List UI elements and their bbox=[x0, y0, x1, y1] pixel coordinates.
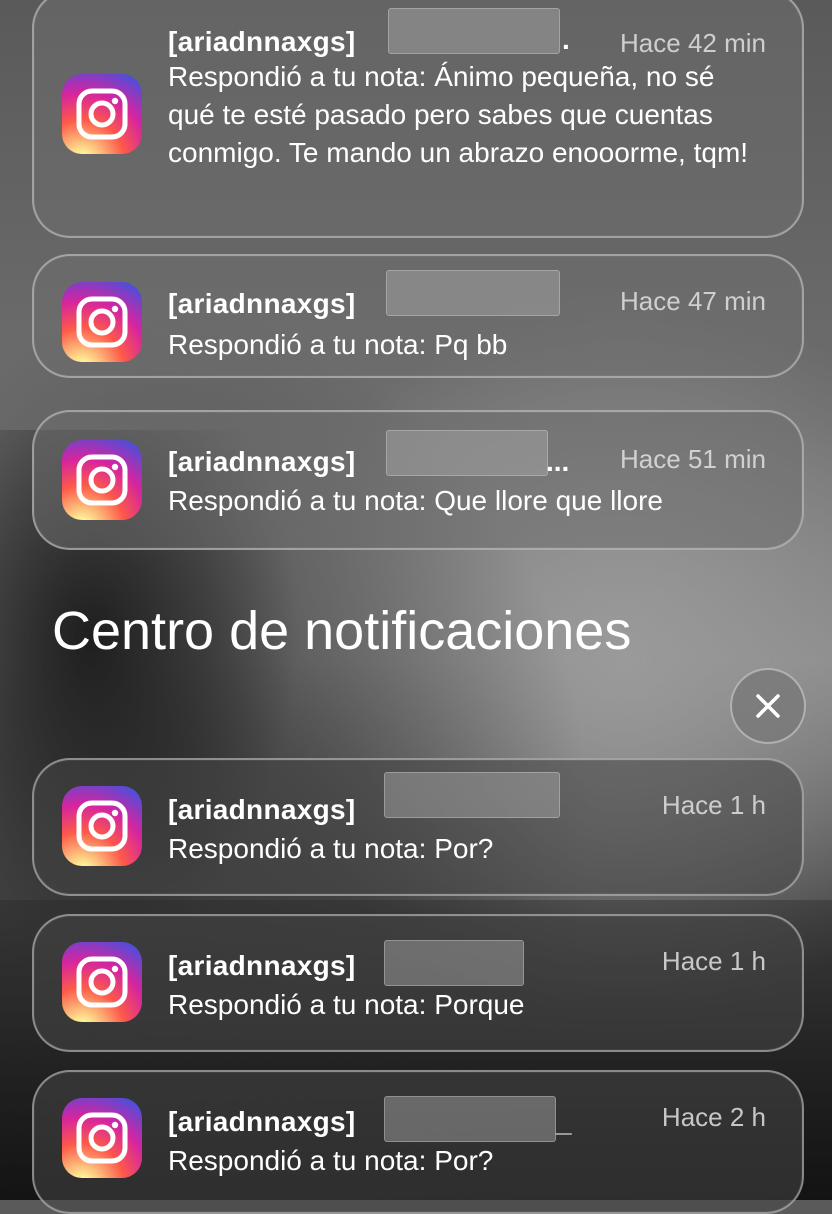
notification-body: Respondió a tu nota: Ánimo pequeña, no s… bbox=[168, 61, 749, 168]
notification-title: [ariadnnaxgs] bbox=[168, 794, 356, 825]
instagram-icon bbox=[62, 282, 142, 362]
notification-card[interactable]: [ariadnnaxgs] Hace 47 min Respondió a tu… bbox=[32, 254, 804, 378]
notification-body: Respondió a tu nota: Por? bbox=[168, 1145, 494, 1176]
clear-notifications-button[interactable] bbox=[730, 668, 806, 744]
notification-time: Hace 42 min bbox=[620, 28, 766, 58]
title-suffix: _ bbox=[556, 1106, 572, 1137]
notification-body: Respondió a tu nota: Pq bb bbox=[168, 329, 508, 360]
redacted-name bbox=[386, 430, 548, 476]
instagram-icon bbox=[62, 942, 142, 1022]
notification-body: Respondió a tu nota: Porque bbox=[168, 989, 525, 1020]
redacted-name bbox=[384, 772, 560, 818]
close-icon bbox=[756, 694, 780, 718]
notification-title: [ariadnnaxgs] bbox=[168, 1106, 356, 1137]
notification-card[interactable]: [ariadnnaxgs] Hace 1 h Respondió a tu no… bbox=[32, 914, 804, 1052]
notification-title: [ariadnnaxgs] bbox=[168, 288, 356, 319]
notification-time: Hace 1 h bbox=[661, 946, 766, 976]
redacted-name bbox=[384, 940, 524, 986]
notification-time: Hace 2 h bbox=[661, 1102, 766, 1132]
redacted-name bbox=[384, 1096, 556, 1142]
notification-title: [ariadnnaxgs] bbox=[168, 950, 356, 981]
redacted-name bbox=[386, 270, 560, 316]
notification-time: Hace 51 min bbox=[620, 444, 766, 474]
instagram-icon bbox=[62, 1098, 142, 1178]
title-suffix: ... bbox=[546, 446, 570, 477]
title-suffix: . bbox=[562, 24, 570, 55]
notification-time: Hace 47 min bbox=[620, 286, 766, 316]
notification-card[interactable]: [ariadnnaxgs] ... Hace 51 min Respondió … bbox=[32, 410, 804, 550]
notification-card[interactable]: [ariadnnaxgs] _ Hace 2 h Respondió a tu … bbox=[32, 1070, 804, 1214]
notification-center-title: Centro de notificaciones bbox=[52, 601, 632, 661]
notification-body: Respondió a tu nota: Que llore que llore bbox=[168, 485, 663, 516]
notification-title: [ariadnnaxgs] bbox=[168, 446, 356, 477]
notification-title: [ariadnnaxgs] bbox=[168, 26, 356, 57]
notification-card[interactable]: [ariadnnaxgs] Hace 1 h Respondió a tu no… bbox=[32, 758, 804, 896]
instagram-icon bbox=[62, 440, 142, 520]
notification-time: Hace 1 h bbox=[661, 790, 766, 820]
instagram-icon bbox=[62, 786, 142, 866]
notification-card[interactable]: [ariadnnaxgs] . Hace 42 min Respondió a … bbox=[32, 0, 804, 238]
notification-body: Respondió a tu nota: Por? bbox=[168, 833, 494, 864]
instagram-icon bbox=[62, 74, 142, 154]
redacted-name bbox=[388, 8, 560, 54]
